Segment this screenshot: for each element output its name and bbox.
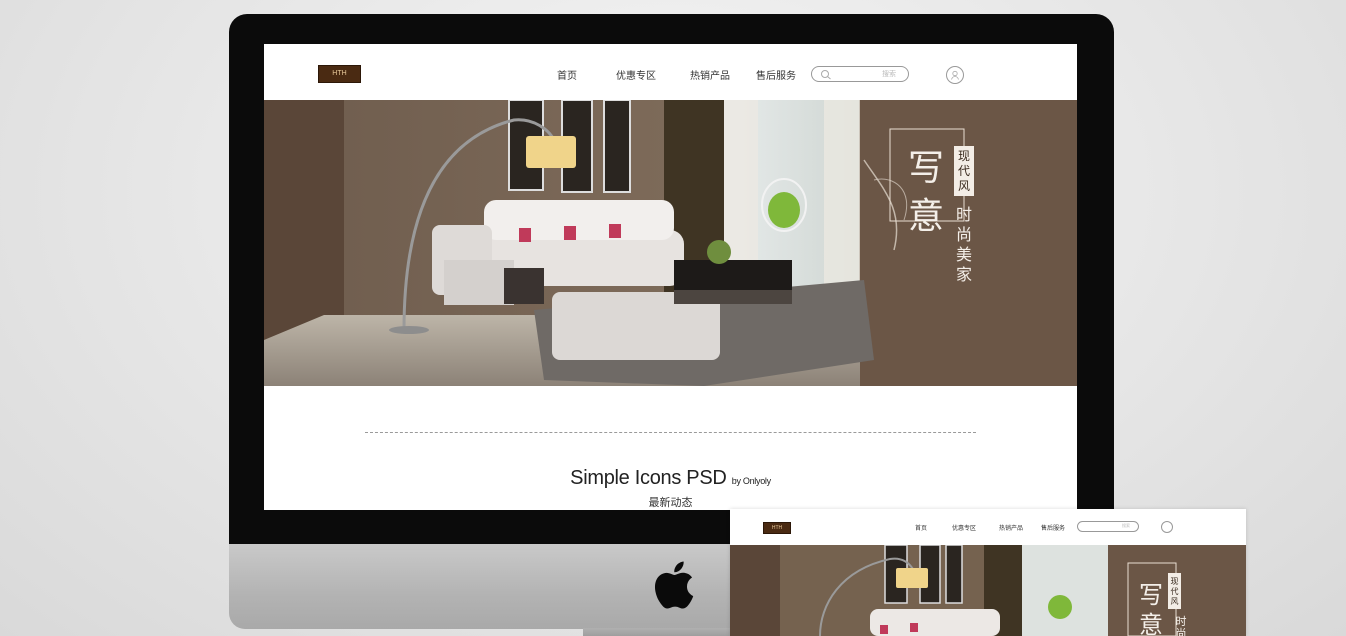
svg-text:尚: 尚 (1176, 626, 1187, 636)
svg-text:风: 风 (1171, 597, 1179, 606)
site-logo[interactable]: HTH (318, 65, 361, 83)
mini-nav-item-home[interactable]: 首页 (915, 523, 927, 532)
section-subtitle: 最新动态 (648, 496, 693, 509)
svg-text:现: 现 (1171, 577, 1179, 586)
website-screen: HTH 首页 优惠专区 热销产品 售后服务 搜索 现 代 风 写 意 时 尚 美… (264, 44, 1077, 510)
hero-banner[interactable]: 现 代 风 写 意 时 尚 美 家 (264, 100, 1077, 386)
mini-nav-item-after-sales[interactable]: 售后服务 (1041, 523, 1065, 532)
search-placeholder: 搜索 (882, 70, 896, 78)
nav-item-hot-products[interactable]: 热销产品 (690, 67, 730, 82)
mini-hero-banner[interactable]: 现 代 风 写 意 时 尚 (730, 545, 1246, 636)
mini-search-placeholder: 搜索 (1122, 523, 1130, 528)
mini-search-input[interactable]: 搜索 (1077, 521, 1139, 532)
section-title: Simple Icons PSD by Onlyoly (264, 467, 1077, 490)
svg-text:风: 风 (958, 179, 970, 193)
mini-nav-item-deals[interactable]: 优惠专区 (952, 523, 976, 532)
svg-text:美: 美 (956, 245, 972, 264)
top-nav: HTH 首页 优惠专区 热销产品 售后服务 搜索 (264, 44, 1077, 100)
mini-top-nav: HTH 首页 优惠专区 热销产品 售后服务 搜索 (730, 509, 1246, 545)
mini-preview: HTH 首页 优惠专区 热销产品 售后服务 搜索 现 代 风 写 意 时 尚 (730, 509, 1246, 636)
mini-nav-item-hot-products[interactable]: 热销产品 (999, 523, 1023, 532)
section-byline: by Onlyoly (731, 476, 771, 486)
mini-site-logo[interactable]: HTH (763, 522, 791, 534)
user-icon[interactable] (946, 66, 964, 84)
apple-logo-icon (654, 561, 694, 609)
nav-item-after-sales[interactable]: 售后服务 (756, 67, 796, 82)
svg-text:时: 时 (956, 205, 972, 224)
living-room-photo: 现 代 风 写 意 时 尚 美 家 (264, 100, 1077, 386)
svg-text:写: 写 (1139, 581, 1163, 609)
mini-user-icon[interactable] (1161, 521, 1173, 533)
mini-living-room-photo: 现 代 风 写 意 时 尚 (730, 545, 1246, 636)
nav-item-deals[interactable]: 优惠专区 (616, 67, 656, 82)
banner-badge-char-1: 现 (958, 149, 970, 163)
svg-text:尚: 尚 (956, 225, 972, 244)
section-divider (365, 432, 976, 433)
search-input[interactable]: 搜索 (811, 66, 909, 82)
svg-text:代: 代 (958, 164, 970, 178)
nav-item-home[interactable]: 首页 (557, 67, 577, 82)
svg-text:写: 写 (908, 148, 944, 189)
svg-text:代: 代 (1171, 586, 1179, 596)
svg-text:家: 家 (956, 265, 972, 284)
svg-text:意: 意 (908, 196, 944, 237)
search-icon (821, 70, 831, 80)
section-title-text: Simple Icons PSD (570, 467, 727, 489)
svg-text:意: 意 (1139, 611, 1163, 636)
